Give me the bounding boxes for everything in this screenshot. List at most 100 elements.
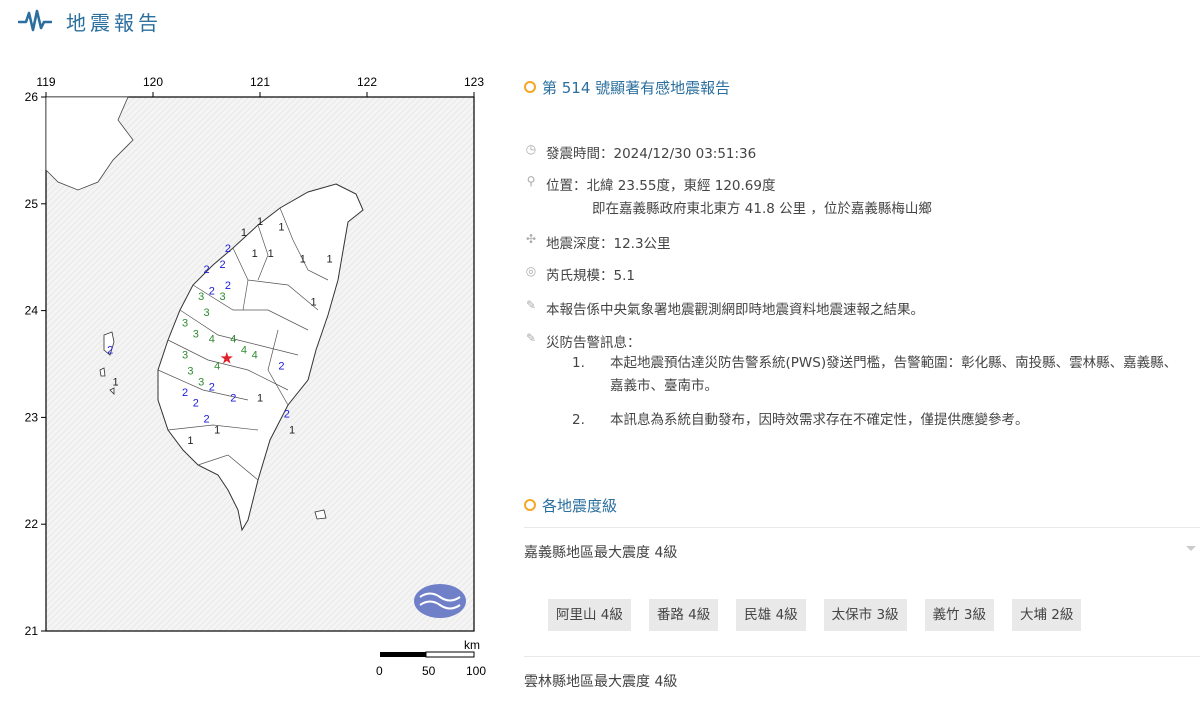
station-tag: 太保市 3級 [823,599,907,631]
location-detail: 即在嘉義縣政府東北東方 41.8 公里 ，位於嘉義縣梅山鄉 [592,201,932,217]
station-tag: 番路 4級 [648,599,719,631]
warning-row: ✎ 災防告警訊息： [524,331,641,351]
region-yunlin-county[interactable]: 雲林縣地區最大震度 4級 [524,656,1200,705]
chevron-down-icon [1186,546,1196,551]
station-intensity-label: 2 [225,243,231,255]
report-panel: 第 514 號顯著有感地震報告 ◷ 發震時間：2024/12/30 03:51:… [524,74,1200,690]
scale-label-50: 50 [422,664,436,678]
station-intensity-label: 3 [182,350,188,362]
station-intensity-label: 3 [198,376,204,388]
station-intensity-label: 2 [203,414,209,426]
scale-bar [380,651,475,658]
station-intensity-label: 1 [257,392,263,404]
lat-tick-label: 24 [25,304,39,318]
station-intensity-label: 4 [209,334,215,346]
station-intensity-label: 3 [187,366,193,378]
station-intensity-label: 2 [209,286,215,298]
source-row: ✎ 本報告係中央氣象署地震觀測網即時地震資料地震速報之結果。 [524,298,924,318]
station-intensity-label: 2 [225,280,231,292]
epicenter-marker: ★ [220,349,234,368]
region-label: 雲林縣地區最大震度 4級 [524,674,678,690]
station-tag: 民雄 4級 [736,599,806,631]
location-row: ⚲ 位置：北緯 23.55度，東經 120.69度 [524,174,776,194]
lat-tick-label: 25 [25,197,39,211]
warning-num-1: 1. [572,355,585,371]
station-intensity-label: 3 [193,328,199,340]
page-header: 地震報告 [18,6,162,36]
station-intensity-label: 1 [310,296,316,308]
station-intensity-label: 1 [300,254,306,266]
intensity-map: 119 120 121 122 123 26 25 24 23 22 21 111111122222… [18,70,498,685]
lanyu-island [314,509,327,520]
station-tag: 阿里山 4級 [548,599,631,631]
intensity-section-title: 各地震度級 [524,492,617,518]
bullet-ring-icon [524,499,536,511]
lat-tick-label: 21 [25,624,39,638]
magnitude-row: ◎ 芮氏規模：5.1 [524,264,635,284]
station-intensity-label: 1 [268,248,274,260]
warning-label: 災防告警訊息： [546,335,641,351]
scale-label-100: 100 [466,664,486,678]
station-intensity-label: 2 [203,264,209,276]
station-intensity-label: 1 [257,216,263,228]
seismograph-icon [18,9,52,32]
clock-icon: ◷ [525,142,537,156]
station-intensity-label: 4 [230,334,236,346]
lon-tick-label: 121 [250,75,270,89]
lon-tick-label: 122 [357,75,377,89]
station-intensity-label: 2 [209,382,215,394]
warning-text-2: 本訊息為系統自動發布，因時效需求存在不確定性，僅提供應變參考。 [610,412,1029,428]
station-intensity-label: 3 [203,307,209,319]
depth-row: ✣ 地震深度：12.3公里 [524,232,671,252]
intensity-title: 各地震度級 [542,496,618,515]
station-intensity-label: 1 [289,424,295,436]
station-intensity-label: 2 [107,344,113,356]
station-intensity-label: 1 [326,254,332,266]
lat-tick-label: 26 [25,90,39,104]
time-row: ◷ 發震時間：2024/12/30 03:51:36 [524,142,756,162]
time-text: 發震時間：2024/12/30 03:51:36 [546,146,757,162]
depth-text: 地震深度：12.3公里 [546,236,671,252]
lat-tick-label: 22 [25,517,39,531]
cwa-logo-icon [414,584,466,618]
lon-tick-label: 123 [464,75,484,89]
station-tags: 阿里山 4級 番路 4級 民雄 4級 太保市 3級 義竹 3級 大埔 2級 [548,599,1099,631]
pin-note-icon: ✎ [525,298,537,312]
station-intensity-label: 1 [252,248,258,260]
source-note: 本報告係中央氣象署地震觀測網即時地震資料地震速報之結果。 [546,302,924,318]
report-title: 第 514 號顯著有感地震報告 [542,78,731,97]
station-intensity-label: 3 [219,291,225,303]
location-pin-icon: ⚲ [526,174,536,188]
lat-tick-label: 23 [25,410,39,424]
signal-icon: ◎ [525,264,537,278]
scale-label-0: 0 [376,664,383,678]
warning-text-1: 本起地震預估達災防告警系統(PWS)發送門檻，告警範圍：彰化縣、南投縣、雲林縣、… [610,355,1178,394]
station-intensity-label: 2 [278,360,284,372]
station-tag: 大埔 2級 [1011,599,1082,631]
station-intensity-label: 3 [198,291,204,303]
station-intensity-label: 4 [252,350,258,362]
page-title: 地震報告 [66,10,162,35]
lon-tick-label: 120 [143,75,163,89]
scale-unit: km [464,638,480,652]
station-intensity-label: 2 [182,387,188,399]
station-intensity-label: 2 [230,392,236,404]
station-intensity-label: 2 [284,408,290,420]
region-label: 嘉義縣地區最大震度 4級 [524,545,678,561]
lon-tick-label: 119 [36,75,55,89]
station-intensity-label: 1 [112,376,118,388]
station-intensity-label: 1 [214,424,220,436]
report-title-row: 第 514 號顯著有感地震報告 [524,74,1200,100]
station-intensity-label: 4 [241,344,247,356]
station-tag: 義竹 3級 [924,599,994,631]
station-intensity-label: 1 [187,435,193,447]
warning-num-2: 2. [572,412,585,428]
station-intensity-label: 1 [278,222,284,234]
pin-note-icon: ✎ [525,331,537,345]
station-intensity-label: 2 [193,398,199,410]
depth-icon: ✣ [525,232,537,246]
magnitude-text: 芮氏規模：5.1 [546,268,635,284]
region-chiayi-county[interactable]: 嘉義縣地區最大震度 4級 [524,527,1200,576]
bullet-ring-icon [524,81,536,93]
map-canvas: 119 120 121 122 123262524232221 1 111 1 1 122 22 2… [25,75,487,678]
